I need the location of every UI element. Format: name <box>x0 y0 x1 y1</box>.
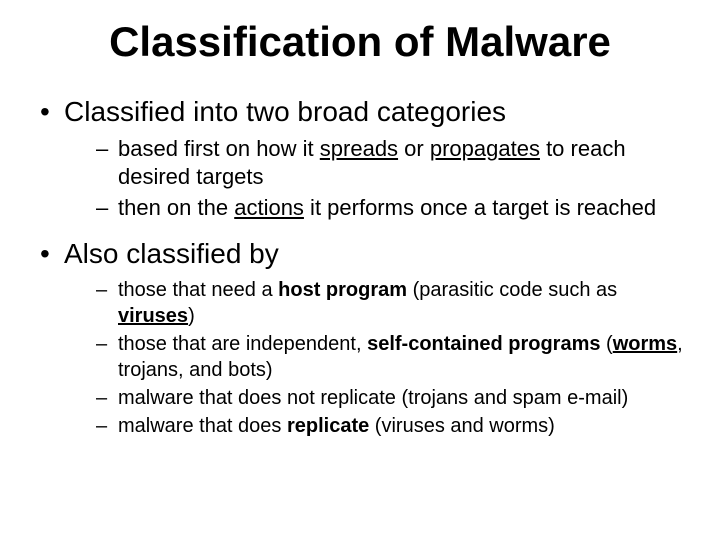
sub-2c-text: malware that does not replicate (trojans… <box>118 387 628 409</box>
sub-1b-key1: actions <box>234 195 304 220</box>
sub-1a-key2: propagates <box>430 136 540 161</box>
sub-2b-mid: ( <box>600 333 612 355</box>
sub-2a-mid: (parasitic code such as <box>407 279 617 301</box>
sub-2a-pre: those that need a <box>118 279 278 301</box>
sub-item-1b: then on the actions it performs once a t… <box>96 194 684 222</box>
sub-2b-pre: those that are independent, <box>118 333 367 355</box>
sub-1b-pre: then on the <box>118 195 234 220</box>
slide-title: Classification of Malware <box>36 18 684 66</box>
slide: Classification of Malware Classified int… <box>0 0 720 540</box>
bullet-2-text: Also classified by <box>64 238 279 269</box>
sub-2b-bold: self-contained programs <box>367 333 600 355</box>
sub-1a-key1: spreads <box>320 136 398 161</box>
sub-1a-pre: based first on how it <box>118 136 320 161</box>
sub-list-1: based first on how it spreads or propaga… <box>64 135 684 221</box>
sub-item-2b: those that are independent, self-contain… <box>96 331 684 383</box>
sub-item-2a: those that need a host program (parasiti… <box>96 277 684 329</box>
bullet-item-2: Also classified by those that need a hos… <box>36 236 684 439</box>
sub-1b-post: it performs once a target is reached <box>304 195 656 220</box>
sub-list-2: those that need a host program (parasiti… <box>64 277 684 439</box>
sub-1a-mid: or <box>398 136 430 161</box>
sub-2a-post: ) <box>188 305 195 327</box>
bullet-list: Classified into two broad categories bas… <box>36 94 684 438</box>
sub-2d-bold: replicate <box>287 415 369 437</box>
bullet-item-1: Classified into two broad categories bas… <box>36 94 684 221</box>
bullet-1-text: Classified into two broad categories <box>64 96 506 127</box>
sub-2a-bold: host program <box>278 279 407 301</box>
sub-2a-under: viruses <box>118 305 188 327</box>
sub-item-1a: based first on how it spreads or propaga… <box>96 135 684 191</box>
sub-2b-under: worms <box>613 333 677 355</box>
sub-2d-pre: malware that does <box>118 415 287 437</box>
sub-item-2c: malware that does not replicate (trojans… <box>96 385 684 411</box>
sub-item-2d: malware that does replicate (viruses and… <box>96 413 684 439</box>
sub-2d-post: (viruses and worms) <box>369 415 555 437</box>
